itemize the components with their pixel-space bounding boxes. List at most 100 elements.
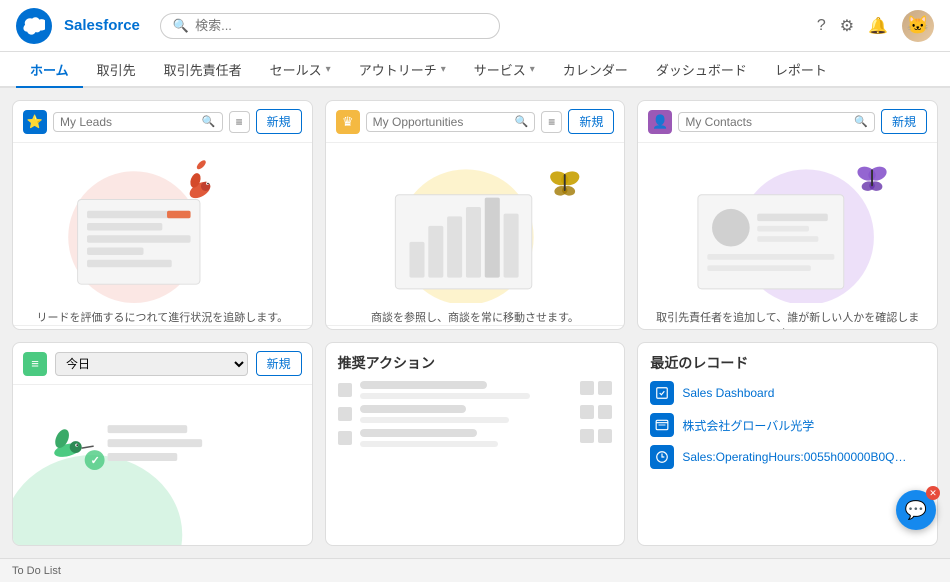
- search-input[interactable]: [195, 18, 487, 33]
- rec-icon-2: [338, 407, 352, 421]
- rec-bar-3a: [360, 429, 477, 437]
- opportunities-new-button[interactable]: 新規: [568, 109, 614, 134]
- rec-row-2: [338, 405, 613, 423]
- opportunities-card-header: ♛ 🔍 ≡ 新規: [326, 101, 625, 143]
- rec-row-1: [338, 381, 613, 399]
- recent-item-2[interactable]: 株式会社グローバル光学: [650, 413, 925, 437]
- status-bar: To Do List: [0, 558, 950, 582]
- contacts-card: 👤 🔍 新規: [637, 100, 938, 330]
- leads-card-body: [13, 143, 312, 303]
- recent-item-text-3: Sales:OperatingHours:0055h00000B0QbZ:170…: [682, 450, 912, 464]
- rec-bar-2a: [360, 405, 466, 413]
- opportunities-card-footer: レポートの表示 更新日 今日 (16:52) ↻: [326, 325, 625, 330]
- recent-item-text-1: Sales Dashboard: [682, 386, 774, 400]
- contacts-card-body: [638, 143, 937, 303]
- today-select[interactable]: 今日: [55, 352, 248, 376]
- today-card-header: ≡ 今日 新規: [13, 343, 312, 385]
- leads-search[interactable]: 🔍: [53, 112, 223, 132]
- rec-bar-1b: [360, 393, 530, 399]
- chat-button[interactable]: 💬 ✕: [896, 490, 936, 530]
- nav-item-sales[interactable]: セールス ▾: [256, 52, 345, 88]
- top-bar: Salesforce 🔍 ? ⚙ 🔔 🐱: [0, 0, 950, 52]
- recent-item-icon-3: [650, 445, 674, 469]
- rec-actions-3: [580, 429, 612, 447]
- chevron-down-icon: ▾: [530, 64, 535, 75]
- recent-item-1[interactable]: Sales Dashboard: [650, 381, 925, 405]
- nav-item-accounts[interactable]: 取引先: [83, 52, 150, 88]
- leads-description: リードを評価するにつれて進行状況を追跡します。: [13, 303, 312, 325]
- chevron-down-icon: ▾: [441, 64, 446, 75]
- rec-action-icon-5: [580, 429, 594, 443]
- nav-item-contacts[interactable]: 取引先責任者: [150, 52, 256, 88]
- leads-card-header: ⭐ 🔍 ≡ 新規: [13, 101, 312, 143]
- leads-search-input[interactable]: [60, 115, 198, 129]
- rec-action-icon-6: [598, 429, 612, 443]
- settings-icon[interactable]: ⚙: [840, 16, 854, 36]
- leads-new-button[interactable]: 新規: [256, 109, 302, 134]
- recent-records-title: 最近のレコード: [650, 353, 925, 373]
- recent-item-text-2: 株式会社グローバル光学: [682, 417, 814, 434]
- opportunities-search-input[interactable]: [373, 115, 511, 129]
- recent-item-3[interactable]: Sales:OperatingHours:0055h00000B0QbZ:170…: [650, 445, 925, 469]
- chat-icon: 💬: [905, 500, 927, 521]
- rec-icon-1: [338, 383, 352, 397]
- recent-item-icon-1: [650, 381, 674, 405]
- search-icon: 🔍: [515, 115, 529, 128]
- nav-bar: ホーム 取引先 取引先責任者 セールス ▾ アウトリーチ ▾ サービス ▾ カレ…: [0, 52, 950, 88]
- contacts-search[interactable]: 🔍: [678, 112, 875, 132]
- contacts-card-header: 👤 🔍 新規: [638, 101, 937, 143]
- search-icon: 🔍: [202, 115, 216, 128]
- nav-item-calendar[interactable]: カレンダー: [549, 52, 642, 88]
- rec-bar-1a: [360, 381, 488, 389]
- opportunities-filter-button[interactable]: ≡: [541, 111, 562, 133]
- nav-item-service[interactable]: サービス ▾: [460, 52, 549, 88]
- contacts-new-button[interactable]: 新規: [881, 109, 927, 134]
- leads-card: ⭐ 🔍 ≡ 新規: [12, 100, 313, 330]
- today-card: ≡ 今日 新規: [12, 342, 313, 546]
- today-new-button[interactable]: 新規: [256, 351, 302, 376]
- rec-bar-group-1: [360, 381, 573, 399]
- nav-item-home[interactable]: ホーム: [16, 52, 83, 88]
- contacts-description: 取引先責任者を追加して、誰が新しい人かを確認します。: [638, 303, 937, 330]
- notification-icon[interactable]: 🔔: [868, 16, 888, 36]
- opportunities-description: 商談を参照し、商談を常に移動させます。: [326, 303, 625, 325]
- recent-records-card: 最近のレコード Sales Dashboard: [637, 342, 938, 546]
- help-icon[interactable]: ?: [817, 17, 826, 35]
- nav-item-dashboard[interactable]: ダッシュボード: [642, 52, 761, 88]
- recent-item-icon-2: [650, 413, 674, 437]
- main-content: ⭐ 🔍 ≡ 新規: [0, 88, 950, 558]
- search-icon: 🔍: [854, 115, 868, 128]
- opportunities-card-body: [326, 143, 625, 303]
- rec-actions-2: [580, 405, 612, 423]
- rec-action-icon-3: [580, 405, 594, 419]
- salesforce-logo: [16, 8, 52, 44]
- rec-action-icon-4: [598, 405, 612, 419]
- chat-close-icon: ✕: [926, 486, 940, 500]
- opportunities-search[interactable]: 🔍: [366, 112, 536, 132]
- rec-bar-group-3: [360, 429, 573, 447]
- contacts-search-input[interactable]: [685, 115, 850, 129]
- today-card-icon: ≡: [23, 352, 47, 376]
- rec-bar-3b: [360, 441, 498, 447]
- nav-item-outreach[interactable]: アウトリーチ ▾: [345, 52, 460, 88]
- rec-action-icon-1: [580, 381, 594, 395]
- brand-name: Salesforce: [64, 17, 140, 34]
- contacts-card-icon: 👤: [648, 110, 672, 134]
- search-icon: 🔍: [173, 18, 189, 34]
- rec-row-3: [338, 429, 613, 447]
- search-bar[interactable]: 🔍: [160, 13, 500, 39]
- rec-icon-3: [338, 431, 352, 445]
- leads-filter-button[interactable]: ≡: [229, 111, 250, 133]
- recommended-actions-content: 推奨アクション: [326, 343, 625, 457]
- opportunities-card-icon: ♛: [336, 110, 360, 134]
- leads-card-icon: ⭐: [23, 110, 47, 134]
- leads-card-footer: レポートの表示 更新日 今日 (16:52) ↻: [13, 325, 312, 330]
- today-card-body: ✓: [13, 385, 312, 545]
- nav-item-reports[interactable]: レポート: [761, 52, 841, 88]
- avatar[interactable]: 🐱: [902, 10, 934, 42]
- rec-bar-group-2: [360, 405, 573, 423]
- rec-action-icon-2: [598, 381, 612, 395]
- top-actions: ? ⚙ 🔔 🐱: [817, 10, 934, 42]
- recommended-actions-title: 推奨アクション: [338, 353, 613, 373]
- status-bar-text: To Do List: [12, 565, 61, 577]
